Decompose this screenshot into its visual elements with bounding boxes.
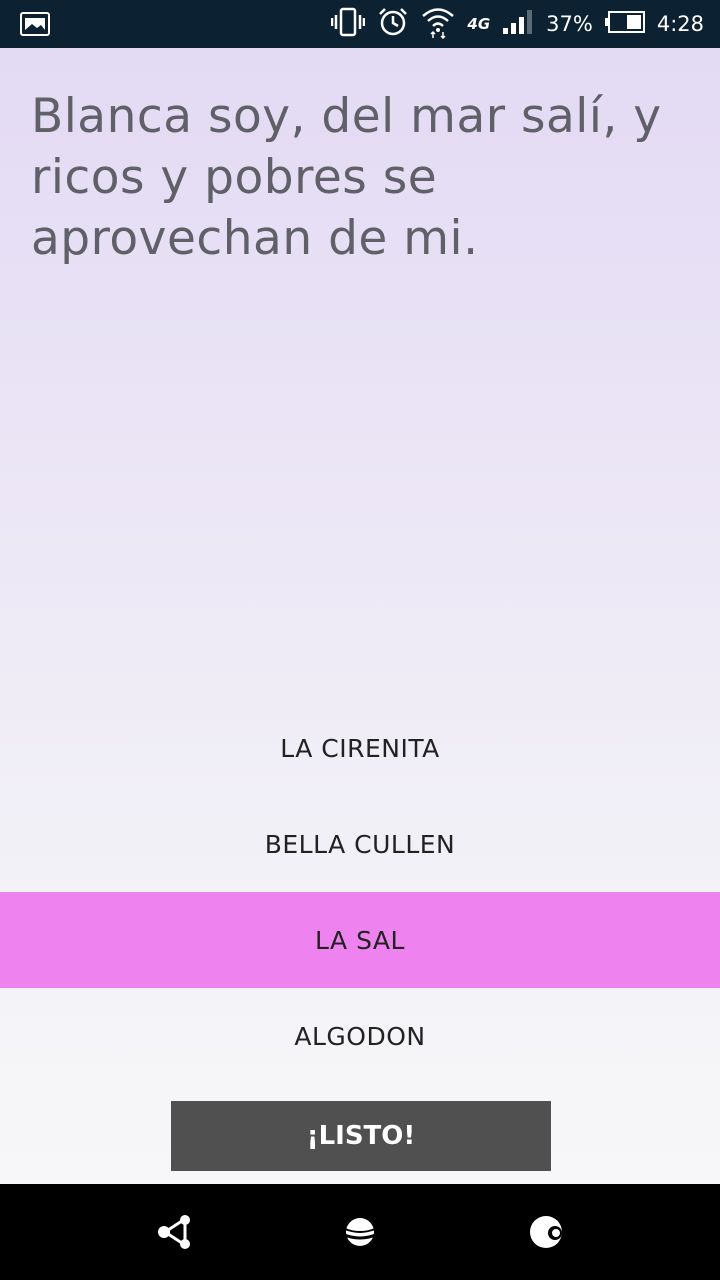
alarm-icon — [377, 6, 409, 42]
vibrate-icon — [331, 7, 366, 41]
status-bar: 4G 37% 4:28 — [0, 0, 720, 48]
planet-icon[interactable] — [340, 1212, 380, 1252]
quiz-screen: Blanca soy, del mar salí, y ricos y pobr… — [0, 48, 720, 1184]
answer-option-2[interactable]: BELLA CULLEN — [0, 796, 720, 892]
answer-option-1[interactable]: LA CIRENITA — [0, 700, 720, 796]
submit-button[interactable]: ¡LISTO! — [171, 1101, 551, 1171]
answer-option-3-selected[interactable]: LA SAL — [0, 892, 720, 988]
image-notification-icon — [20, 12, 50, 40]
riddle-question: Blanca soy, del mar salí, y ricos y pobr… — [31, 89, 662, 266]
network-type: 4G — [467, 15, 491, 33]
wifi-icon — [421, 5, 455, 43]
answer-option-4[interactable]: ALGODON — [0, 988, 720, 1084]
battery-percent: 37% — [546, 12, 593, 36]
bottom-nav-bar — [0, 1184, 720, 1280]
battery-icon — [604, 11, 645, 37]
share-icon[interactable] — [155, 1212, 195, 1252]
moon-icon[interactable] — [527, 1212, 567, 1252]
signal-icon — [502, 9, 534, 39]
clock: 4:28 — [656, 12, 704, 36]
